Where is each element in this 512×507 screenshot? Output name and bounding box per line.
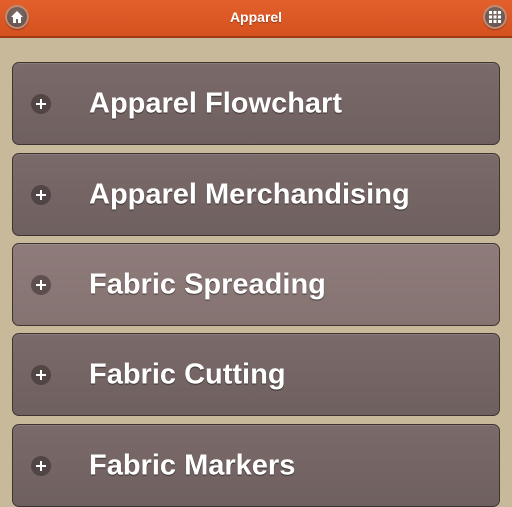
list-item-apparel-flowchart[interactable]: Apparel Flowchart [12, 62, 500, 145]
list-item-label: Apparel Merchandising [89, 178, 410, 210]
topic-list: Apparel Flowchart Apparel Merchandising … [0, 40, 512, 507]
list-item-fabric-markers[interactable]: Fabric Markers [12, 424, 500, 507]
plus-icon [31, 184, 51, 205]
plus-icon [31, 274, 51, 295]
list-item-label: Fabric Spreading [89, 268, 326, 300]
list-item-fabric-spreading[interactable]: Fabric Spreading [12, 243, 500, 326]
list-item-apparel-merchandising[interactable]: Apparel Merchandising [12, 153, 500, 236]
plus-icon [31, 364, 51, 385]
grid-icon [489, 11, 501, 23]
menu-grid-button[interactable] [483, 5, 507, 29]
list-item-label: Apparel Flowchart [89, 87, 342, 119]
list-item-fabric-cutting[interactable]: Fabric Cutting [12, 333, 500, 416]
list-item-label: Fabric Cutting [89, 358, 286, 390]
plus-icon [31, 93, 51, 114]
page-title: Apparel [229, 9, 283, 25]
list-item-label: Fabric Markers [89, 449, 296, 481]
plus-icon [31, 455, 51, 476]
header-bar: Apparel [0, 0, 512, 38]
